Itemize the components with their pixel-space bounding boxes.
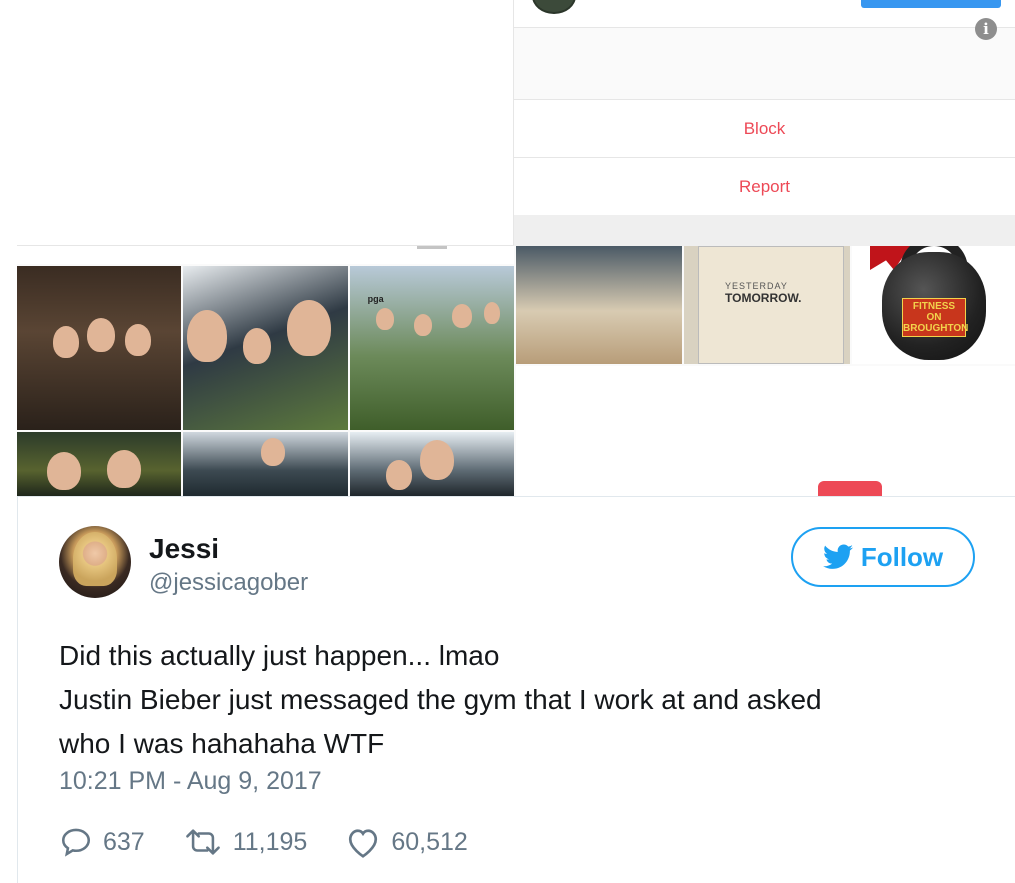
photo-tile [17,432,182,496]
twitter-bird-icon [822,544,853,569]
follow-label: Follow [860,541,944,572]
photo-grid-left: pga [17,246,514,496]
like-icon [349,829,378,858]
tweet-actions: 637 11,195 60,512 [59,825,506,859]
profile-row [514,0,1015,28]
embedded-screenshot: i Block Report pga YESTERDAY TOMORROW. F… [17,0,1015,496]
instagram-action-sheet: i Block Report [514,0,1015,246]
like-action[interactable]: 60,512 [345,825,468,859]
gym-photo-tile [516,246,682,364]
photo-grid-right: YESTERDAY TOMORROW. FITNESS ON BROUGHTON [516,246,1015,364]
user-handle[interactable]: @jessicagober [149,569,308,597]
avatar[interactable] [59,526,131,598]
grid-label: pga [367,294,384,304]
user-name[interactable]: Jessi [149,533,219,565]
reply-count: 637 [103,827,145,856]
retweet-icon [185,829,220,855]
tweet-card: Jessi @jessicagober Follow Did this actu… [17,496,1015,883]
gym-poster: YESTERDAY TOMORROW. [698,246,844,364]
retweet-action[interactable]: 11,195 [183,825,308,859]
reply-icon [61,828,91,857]
profile-avatar [532,0,576,14]
grid-top-strip [17,246,514,264]
action-menu: Block Report [514,99,1015,216]
photo-tile [183,432,348,496]
report-option: Report [514,158,1015,216]
tweet-text-line: who I was hahahaha WTF [59,728,385,759]
blank-panel [17,0,514,246]
info-icon: i [975,18,997,40]
retweet-count: 11,195 [232,827,308,856]
divider-strip [514,215,1015,246]
photo-tile [183,266,348,430]
block-option: Block [514,100,1015,158]
like-count: 60,512 [391,827,468,856]
photo-tile: pga [349,266,514,430]
tweet-timestamp[interactable]: 10:21 PM - Aug 9, 2017 [59,767,322,796]
tweet-text-line: Justin Bieber just messaged the gym that… [59,684,822,715]
follow-button[interactable]: Follow [791,527,975,587]
instagram-blue-button [861,0,1001,8]
tweet-text-line: Did this actually just happen... lmao [59,640,500,671]
blank-panel [516,366,1015,496]
reply-action[interactable]: 637 [59,825,145,859]
poster-photo-tile: YESTERDAY TOMORROW. [684,246,850,364]
photo-tile [349,432,514,496]
kettlebell-photo-tile: FITNESS ON BROUGHTON [852,246,1015,364]
kettlebell-label: FITNESS ON BROUGHTON [902,298,968,337]
photo-tile [17,266,182,430]
tweet-text: Did this actually just happen... lmao Ju… [59,634,979,766]
